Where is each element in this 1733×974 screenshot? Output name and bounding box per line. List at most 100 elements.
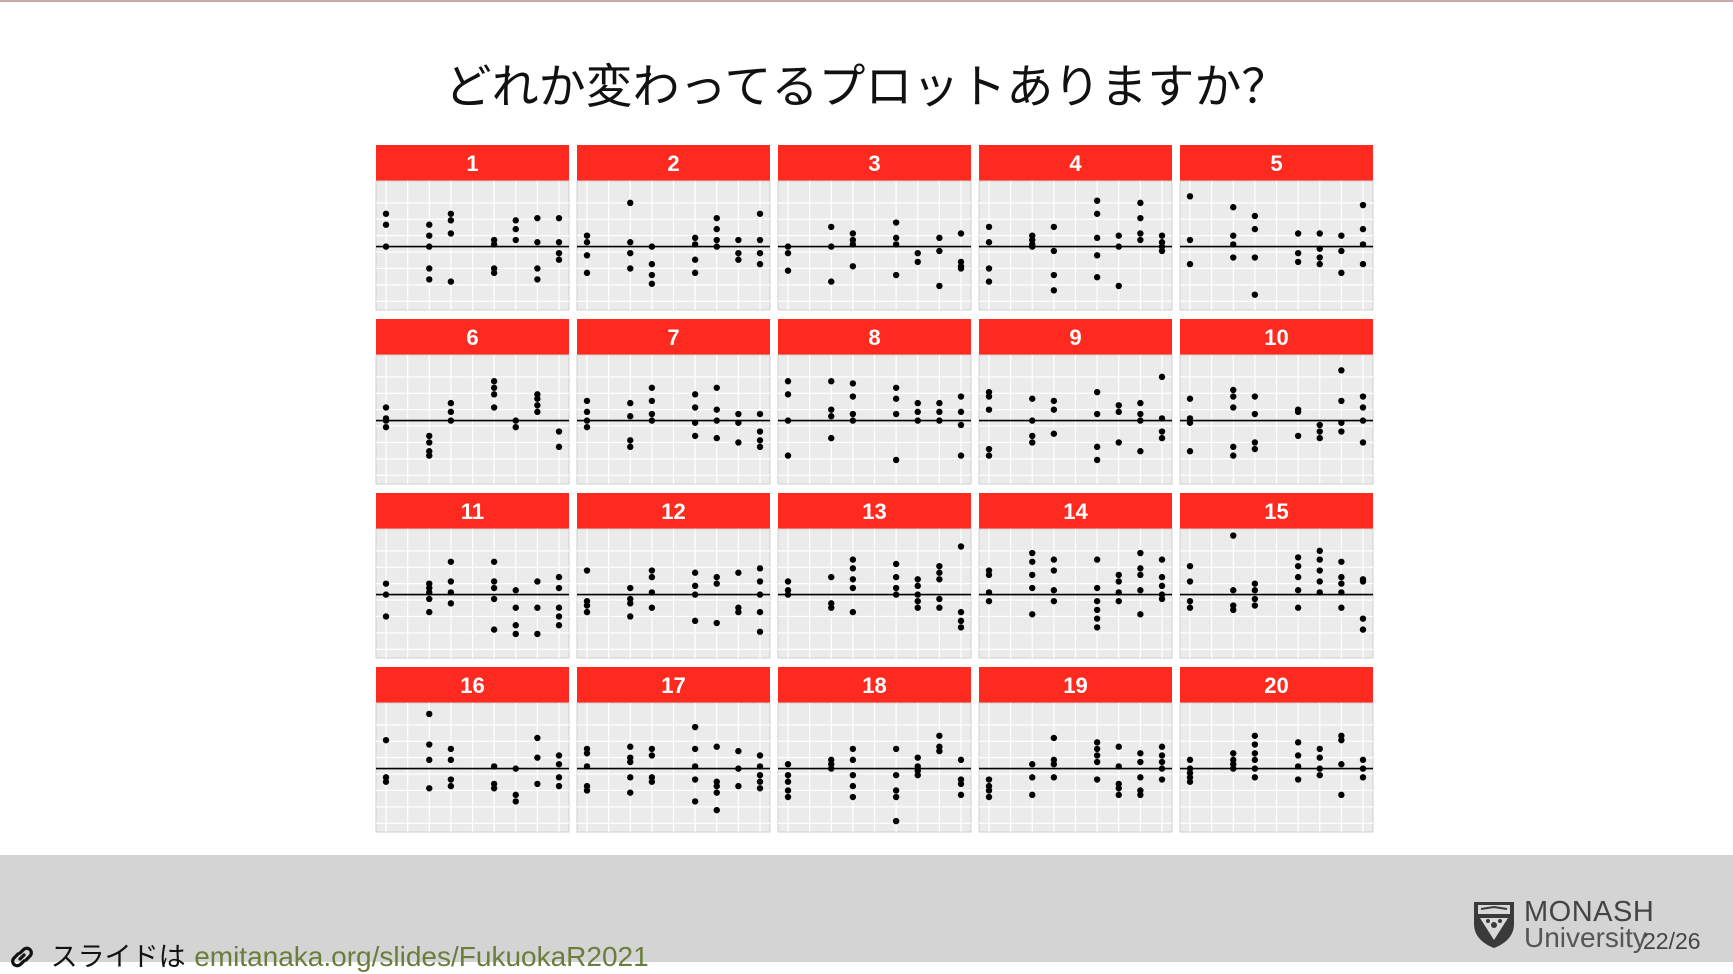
data-point [1316, 745, 1323, 753]
data-point [1338, 761, 1345, 768]
data-point [985, 776, 993, 783]
data-point [1186, 193, 1194, 200]
data-point [691, 269, 699, 277]
data-point [648, 243, 656, 250]
facet-panel-2: 2 [576, 145, 771, 311]
data-point [382, 613, 390, 620]
data-point [1050, 223, 1058, 231]
data-point [555, 443, 563, 451]
data-point [957, 608, 965, 616]
data-point [1316, 771, 1323, 779]
data-point [534, 578, 541, 585]
data-point [849, 380, 857, 387]
data-point [849, 393, 857, 400]
data-point [1158, 232, 1166, 239]
data-point [1158, 573, 1166, 581]
data-point [1294, 752, 1302, 759]
data-point [828, 573, 835, 581]
data-point [936, 747, 943, 755]
data-point [1093, 597, 1101, 605]
data-point [957, 756, 965, 764]
page-number: 22/26 [1643, 928, 1701, 954]
data-point [490, 595, 498, 603]
data-point [1137, 750, 1144, 757]
data-point [583, 252, 591, 259]
data-point [627, 789, 634, 796]
facet-label: 15 [1264, 499, 1288, 524]
data-point [756, 443, 764, 451]
data-point [756, 428, 764, 435]
data-point [1115, 743, 1122, 750]
data-point [512, 765, 519, 772]
data-point [1050, 761, 1058, 768]
data-point [691, 582, 699, 590]
facet-panel-15: 15 [1179, 493, 1374, 659]
data-point [1158, 743, 1166, 750]
data-point [756, 578, 764, 585]
data-point [627, 584, 634, 592]
data-point [1251, 750, 1259, 757]
data-point [713, 789, 720, 796]
data-point [936, 408, 943, 416]
data-point [985, 239, 993, 246]
data-point [534, 604, 541, 611]
data-point [555, 239, 563, 246]
data-point [1029, 395, 1036, 402]
data-point [583, 423, 591, 431]
data-point [849, 230, 857, 237]
data-point [426, 276, 433, 283]
data-point [784, 391, 792, 398]
data-point [1251, 774, 1259, 781]
data-point [512, 791, 519, 799]
data-point [447, 589, 455, 596]
data-point [828, 223, 835, 231]
data-point [1115, 763, 1122, 770]
data-point [691, 763, 699, 770]
data-point [555, 428, 563, 435]
data-point [1338, 791, 1345, 799]
data-point [447, 745, 455, 753]
data-point [892, 817, 900, 825]
data-point [490, 404, 498, 411]
data-point [828, 406, 835, 413]
data-point [1029, 558, 1036, 565]
data-point [1029, 432, 1036, 440]
data-point [849, 263, 857, 270]
data-point [1158, 752, 1166, 759]
data-point [447, 217, 455, 224]
data-point [1359, 404, 1367, 411]
facet-label: 1 [466, 151, 478, 176]
data-point [936, 234, 943, 242]
data-point [1230, 241, 1237, 248]
data-point [892, 787, 900, 794]
data-point [1115, 243, 1122, 250]
data-point [1359, 774, 1367, 781]
data-point [555, 613, 563, 620]
data-point [583, 763, 591, 770]
data-point [627, 265, 634, 272]
data-point [426, 432, 433, 440]
data-point [985, 393, 993, 400]
data-point [447, 399, 455, 407]
data-point [1050, 287, 1058, 294]
facet-label: 3 [868, 151, 880, 176]
data-point [583, 239, 591, 246]
data-point [1251, 439, 1259, 446]
data-point [1137, 587, 1144, 594]
data-point [957, 408, 965, 416]
data-point [756, 785, 764, 792]
data-point [713, 743, 720, 750]
data-point [691, 432, 699, 440]
data-point [713, 573, 720, 581]
data-point [756, 608, 764, 616]
data-point [1338, 580, 1345, 587]
data-point [985, 571, 993, 579]
data-point [534, 754, 541, 761]
data-point [555, 573, 563, 581]
data-point [713, 619, 720, 627]
data-point [892, 271, 900, 279]
data-point [828, 278, 835, 285]
data-point [627, 774, 634, 781]
slides-url-link[interactable]: emitanaka.org/slides/FukuokaR2021 [194, 941, 648, 972]
data-point [756, 628, 764, 635]
